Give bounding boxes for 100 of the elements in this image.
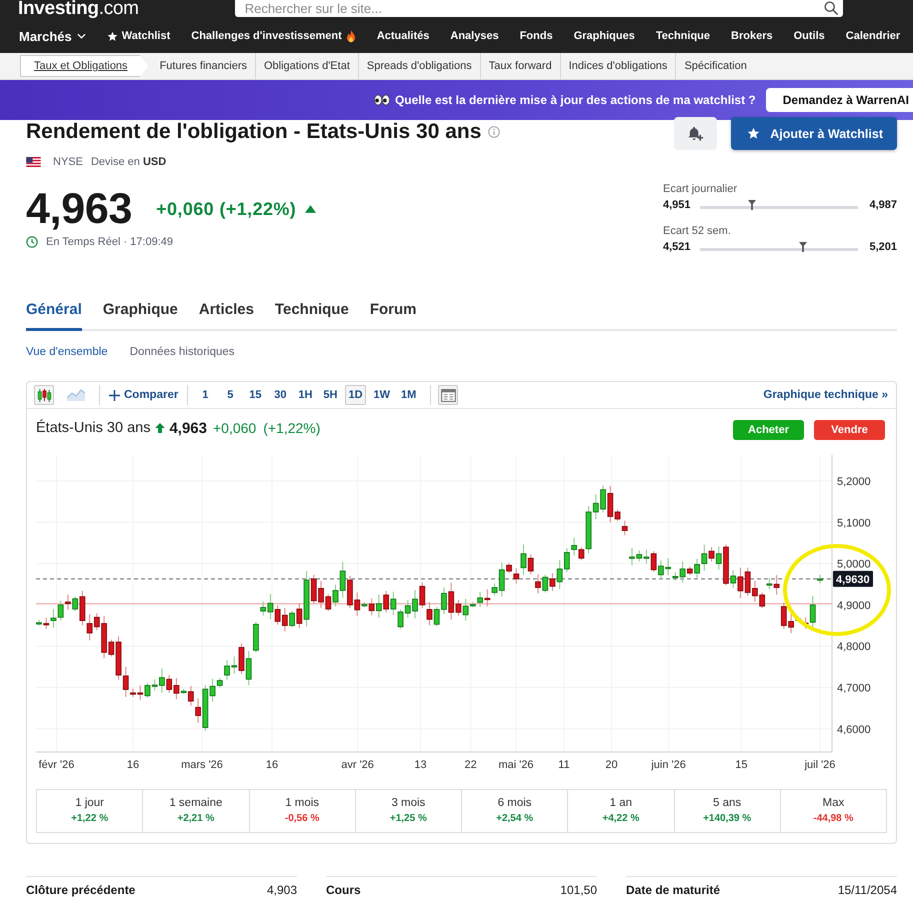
interval-button[interactable]: 30 <box>270 385 290 405</box>
x-axis-label: 20 <box>605 759 618 771</box>
period-change: +1,25 % <box>388 812 428 825</box>
chart-change: +0,060 <box>213 420 256 436</box>
period-change: -0,56 % <box>284 812 320 825</box>
table-icon <box>440 388 456 402</box>
nav-link[interactable]: Technique <box>656 30 710 42</box>
chart-change-percent: (+1,22%) <box>263 420 320 436</box>
y-axis-label: 5,1000 <box>837 517 871 530</box>
chart-price: 4,963 <box>169 420 207 436</box>
interval-button[interactable]: 1W <box>370 385 394 405</box>
interval-button[interactable]: 1H <box>295 385 316 405</box>
period-label: 3 mois <box>390 796 426 810</box>
nav-link[interactable]: Calendrier <box>846 30 900 42</box>
sell-button[interactable]: Vendre <box>814 420 885 440</box>
area-chart-icon <box>67 389 85 401</box>
technical-chart-link[interactable]: Graphique technique » <box>763 389 888 401</box>
nav-link[interactable]: Brokers <box>731 30 773 42</box>
y-axis-label: 4,6000 <box>837 724 871 736</box>
realtime-status: En Temps Réel · 17:09:49 <box>46 236 173 248</box>
chart-instrument-name: États-Unis 30 ans <box>36 420 150 436</box>
nav-link[interactable]: Graphiques <box>574 30 635 42</box>
chart-type-button[interactable] <box>34 385 54 405</box>
range-label: Ecart 52 sem. <box>663 225 732 238</box>
y-axis-label: 4,9000 <box>837 600 871 612</box>
y-axis-label: 4,7000 <box>837 682 871 694</box>
chevron-down-icon <box>76 33 86 39</box>
eyes-icon <box>374 94 390 106</box>
nav-link[interactable]: Outils <box>794 30 825 42</box>
subnav-link[interactable]: Spreads d'obligations <box>358 53 480 79</box>
subnav-link[interactable]: Taux et Obligations <box>20 55 149 77</box>
search-field[interactable]: Rechercher sur le site... <box>234 0 843 17</box>
add-to-watchlist-button[interactable]: Ajouter à Watchlist <box>731 117 897 150</box>
stat-label: Cours <box>326 883 361 897</box>
ask-ai-button[interactable]: Demandez à WarrenAI <box>766 88 913 112</box>
period-label: 1 jour <box>74 796 106 810</box>
stat-label: Clôture précédente <box>26 883 136 897</box>
subnav-link[interactable]: Indices d'obligations <box>560 53 676 79</box>
nav-link[interactable]: Actualités <box>376 30 430 42</box>
flame-icon <box>346 30 356 42</box>
period-change: +2,21 % <box>176 812 216 825</box>
period-label: 1 mois <box>284 796 320 810</box>
tab[interactable]: Articles <box>198 301 254 331</box>
site-logo[interactable]: Investing.com <box>18 0 139 18</box>
nav-link[interactable]: Fonds <box>520 30 553 42</box>
x-axis-label: 16 <box>266 759 278 771</box>
tab[interactable]: Technique <box>274 301 349 331</box>
tab[interactable]: Forum <box>370 301 416 331</box>
period-change: -44,98 % <box>812 812 854 825</box>
period-label: 6 mois <box>496 796 533 810</box>
subnav-link[interactable]: Taux forward <box>480 53 560 79</box>
stat-value: 101,50 <box>560 883 597 897</box>
stat-label: Date de maturité <box>626 883 720 897</box>
instrument-title: Rendement de l'obligation - Etats-Unis 30 ans <box>26 120 482 144</box>
interval-button[interactable]: 1D <box>345 385 366 405</box>
price-change: +0,060 (+1,22%) <box>156 198 296 220</box>
x-axis-label: 22 <box>464 759 477 771</box>
nav-link[interactable]: Watchlist <box>106 30 170 42</box>
subnav-link[interactable]: Futures financiers <box>152 53 255 79</box>
interval-button[interactable]: 5 <box>220 385 240 405</box>
subnav-link[interactable]: Obligations d'Etat <box>255 53 358 79</box>
subtab-link[interactable]: Données historiques <box>130 346 235 358</box>
interval-button[interactable]: 15 <box>245 385 266 405</box>
x-axis-label: avr '26 <box>341 759 374 771</box>
candlestick-icon <box>36 388 52 402</box>
price-value: 4,963 <box>26 186 132 232</box>
x-axis-label: 13 <box>414 759 427 771</box>
interval-button[interactable]: 5H <box>320 385 340 405</box>
nav-link[interactable]: Marchés <box>19 28 86 44</box>
tab[interactable]: Graphique <box>102 301 178 331</box>
nav-link[interactable]: Analyses <box>450 30 499 42</box>
info-icon[interactable] <box>488 126 500 138</box>
interval-button[interactable]: 1M <box>398 385 420 405</box>
table-view-button[interactable] <box>438 385 458 405</box>
x-axis-label: juil '26 <box>804 759 836 771</box>
subtab-link[interactable]: Vue d'ensemble <box>26 346 108 358</box>
x-axis-label: juin '26 <box>651 759 686 771</box>
subnav-link[interactable]: Spécification <box>675 53 755 79</box>
search-icon[interactable] <box>824 1 838 15</box>
compare-button[interactable]: Comparer <box>107 389 180 401</box>
interval-button[interactable]: 1 <box>195 385 216 405</box>
period-label: 1 an <box>608 796 634 810</box>
y-axis-label: 5,0000 <box>837 558 871 571</box>
x-axis-label: 15 <box>735 759 748 771</box>
banner-text: Quelle est la dernière mise à jour des actions de ma watchlist ? <box>394 93 756 107</box>
price-tag: 4,9630 <box>833 570 873 587</box>
x-axis-label: mars '26 <box>181 759 223 771</box>
tab[interactable]: Général <box>26 301 82 331</box>
bell-plus-icon <box>687 125 704 142</box>
x-axis-label: mai '26 <box>498 759 534 771</box>
star-icon <box>106 30 118 42</box>
period-change: +140,39 % <box>702 812 752 825</box>
nav-link[interactable]: Challenges d'investissement <box>191 30 356 42</box>
y-axis-label: 5,2000 <box>837 476 871 488</box>
clock-icon <box>26 236 38 248</box>
alert-button[interactable] <box>674 117 718 150</box>
star-icon <box>747 127 760 140</box>
period-label: 5 ans <box>712 796 742 810</box>
currency-text: Devise en USD <box>90 156 166 168</box>
stat-value: 4,903 <box>266 883 297 897</box>
